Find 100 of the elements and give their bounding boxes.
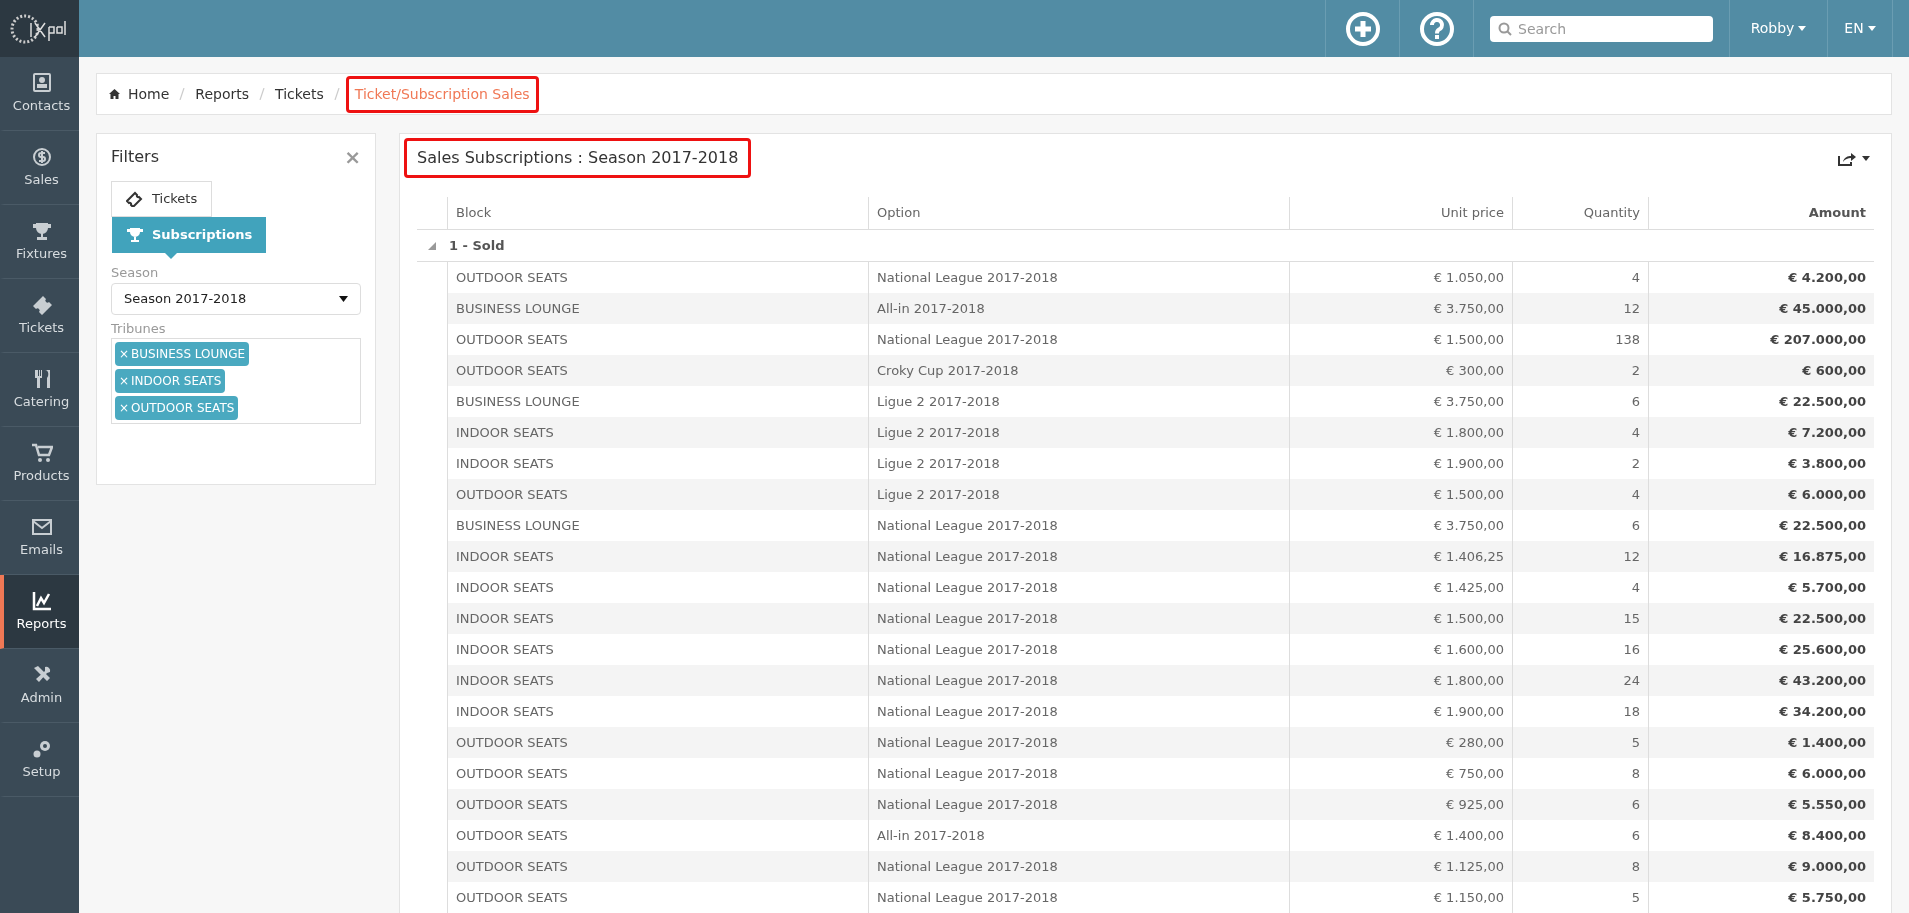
table-cell: INDOOR SEATS — [447, 541, 868, 572]
tab-pointer-icon — [165, 253, 177, 259]
tag-label: INDOOR SEATS — [131, 373, 222, 390]
sidebar-item[interactable]: Reports — [0, 575, 79, 649]
caret-icon — [1798, 26, 1807, 31]
table-cell: € 300,00 — [1289, 355, 1512, 386]
home-icon — [109, 89, 120, 99]
ticket-icon — [126, 191, 144, 207]
sidebar-item[interactable]: Setup — [0, 723, 79, 797]
column-header[interactable]: Amount — [1648, 197, 1874, 229]
table-cell: INDOOR SEATS — [447, 603, 868, 634]
table-cell: € 6.000,00 — [1648, 479, 1874, 510]
column-header[interactable]: Quantity — [1512, 197, 1648, 229]
table-cell: National League 2017-2018 — [868, 851, 1289, 882]
table-cell: € 600,00 — [1648, 355, 1874, 386]
search-field[interactable]: Search — [1490, 15, 1713, 42]
table-cell: 6 — [1512, 789, 1648, 820]
column-header[interactable]: Option — [868, 197, 1289, 229]
sidebar-item[interactable]: Admin — [0, 649, 79, 723]
dollar-icon — [30, 145, 53, 168]
panel-title: Filters — [111, 146, 159, 168]
cart-icon — [30, 441, 53, 464]
language-menu[interactable]: EN — [1827, 0, 1893, 57]
table-cell: € 280,00 — [1289, 727, 1512, 758]
table-cell: All-in 2017-2018 — [868, 293, 1289, 324]
table-cell: OUTDOOR SEATS — [447, 355, 868, 386]
table-cell: National League 2017-2018 — [868, 603, 1289, 634]
logo[interactable] — [0, 0, 79, 57]
table-cell: 8 — [1512, 851, 1648, 882]
user-menu[interactable]: Robby — [1729, 0, 1827, 57]
column-header[interactable]: Block — [447, 197, 868, 229]
caret-icon — [1862, 155, 1870, 161]
sidebar-item[interactable]: Catering — [0, 353, 79, 427]
table-cell: € 16.875,00 — [1648, 541, 1874, 572]
table-cell: € 1.800,00 — [1289, 417, 1512, 448]
table-cell: 5 — [1512, 727, 1648, 758]
contact-card-icon — [30, 71, 53, 94]
table-cell: € 45.000,00 — [1648, 293, 1874, 324]
season-select[interactable]: Season 2017-2018 — [111, 282, 361, 315]
table-cell: € 9.000,00 — [1648, 851, 1874, 882]
caret-icon — [1867, 26, 1876, 31]
share-icon — [1838, 150, 1856, 166]
table-cell: € 1.400,00 — [1648, 727, 1874, 758]
filter-tab[interactable]: Tickets — [111, 181, 213, 217]
table-cell: OUTDOOR SEATS — [447, 789, 868, 820]
table-cell: Croky Cup 2017-2018 — [868, 355, 1289, 386]
table-cell: € 5.550,00 — [1648, 789, 1874, 820]
table-cell: National League 2017-2018 — [868, 727, 1289, 758]
export-button[interactable] — [1838, 150, 1870, 166]
sidebar-item[interactable]: Fixtures — [0, 205, 79, 279]
table-cell: National League 2017-2018 — [868, 665, 1289, 696]
breadcrumb-link[interactable]: Tickets — [275, 83, 324, 105]
field-label: Tribunes — [111, 319, 167, 338]
table-cell: 12 — [1512, 541, 1648, 572]
slash-icon — [333, 88, 340, 100]
breadcrumb-link[interactable]: Home — [128, 83, 170, 105]
sidebar-item[interactable]: Tickets — [0, 279, 79, 353]
table-cell: € 43.200,00 — [1648, 665, 1874, 696]
report-title: Sales Subscriptions : Season 2017-2018 — [404, 138, 752, 178]
table-cell: 15 — [1512, 603, 1648, 634]
table-cell: BUSINESS LOUNGE — [447, 293, 868, 324]
table-cell: 4 — [1512, 417, 1648, 448]
table-cell: National League 2017-2018 — [868, 789, 1289, 820]
table-cell: € 925,00 — [1289, 789, 1512, 820]
field-label: Season — [111, 264, 160, 282]
table-cell: € 3.750,00 — [1289, 293, 1512, 324]
table-cell: € 1.406,25 — [1289, 541, 1512, 572]
group-label: 1 - Sold — [448, 236, 506, 255]
column-header[interactable]: Unit price — [1289, 197, 1512, 229]
table-cell: INDOOR SEATS — [447, 665, 868, 696]
table-cell: € 7.200,00 — [1648, 417, 1874, 448]
table-cell: 24 — [1512, 665, 1648, 696]
caret-icon — [339, 295, 348, 302]
table-cell: 4 — [1512, 479, 1648, 510]
table-cell: OUTDOOR SEATS — [447, 851, 868, 882]
table-cell: OUTDOOR SEATS — [447, 479, 868, 510]
table-cell: 12 — [1512, 293, 1648, 324]
trophy-icon — [126, 227, 144, 243]
table-cell: € 1.500,00 — [1289, 603, 1512, 634]
table-cell: € 1.125,00 — [1289, 851, 1512, 882]
table-cell: € 1.800,00 — [1289, 665, 1512, 696]
collapse-icon[interactable] — [428, 241, 436, 250]
tag-label: BUSINESS LOUNGE — [131, 346, 246, 363]
table-cell: Ligue 2 2017-2018 — [868, 417, 1289, 448]
sidebar-item[interactable]: Sales — [0, 131, 79, 205]
table-cell: 2 — [1512, 355, 1648, 386]
table-cell: € 22.500,00 — [1648, 603, 1874, 634]
table-cell: INDOOR SEATS — [447, 417, 868, 448]
table-cell: National League 2017-2018 — [868, 541, 1289, 572]
tag-label: OUTDOOR SEATS — [131, 400, 235, 417]
breadcrumb-link[interactable]: Reports — [195, 83, 250, 105]
line-chart-icon — [30, 589, 53, 612]
search-icon — [1498, 21, 1512, 36]
table-cell: OUTDOOR SEATS — [447, 727, 868, 758]
sidebar-item[interactable]: Products — [0, 427, 79, 501]
slash-icon — [179, 88, 186, 100]
slash-icon — [259, 88, 266, 100]
sidebar-item[interactable]: Contacts — [0, 57, 79, 131]
table-cell: Ligue 2 2017-2018 — [868, 479, 1289, 510]
help-icon — [1418, 10, 1455, 47]
